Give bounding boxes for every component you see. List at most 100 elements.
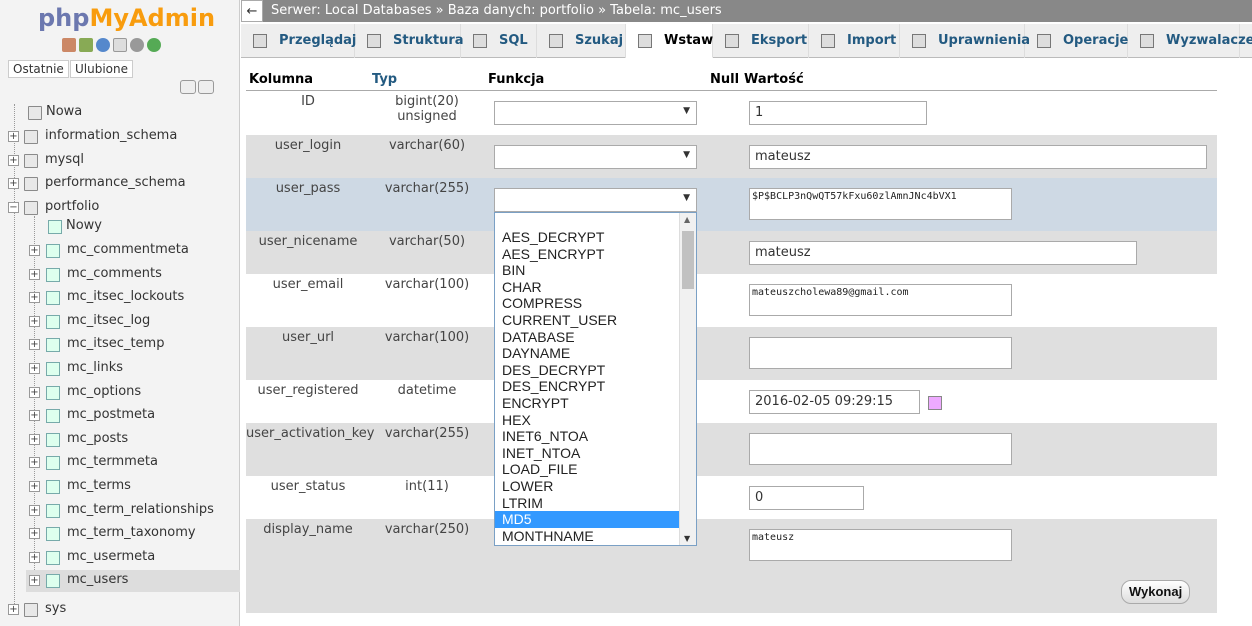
table-item[interactable]: + mc_term_taxonomy bbox=[26, 523, 240, 545]
value-input[interactable]: 0 bbox=[749, 486, 864, 510]
expand-icon[interactable]: + bbox=[29, 245, 40, 256]
function-option[interactable]: DES_ENCRYPT bbox=[495, 378, 679, 395]
back-icon[interactable]: ← bbox=[241, 0, 263, 22]
value-textarea[interactable]: mateusz bbox=[749, 529, 1012, 561]
function-option[interactable]: INET6_NTOA bbox=[495, 428, 679, 445]
expand-icon[interactable]: + bbox=[29, 410, 40, 422]
help-icon[interactable] bbox=[96, 38, 110, 52]
tab-wstaw[interactable]: Wstaw bbox=[626, 24, 713, 58]
function-select[interactable]: ▼ bbox=[494, 145, 697, 169]
expand-icon[interactable]: + bbox=[8, 155, 19, 166]
expand-icon[interactable]: + bbox=[29, 433, 40, 445]
reload-icon[interactable] bbox=[147, 38, 161, 52]
recent-tab[interactable]: Ostatnie bbox=[8, 60, 69, 78]
function-option[interactable]: DATABASE bbox=[495, 329, 679, 346]
table-item[interactable]: + mc_postmeta bbox=[26, 405, 240, 427]
expand-icon[interactable]: + bbox=[29, 504, 40, 516]
value-textarea[interactable]: mateuszcholewa89@gmail.com bbox=[749, 284, 1012, 316]
tab-uprawnienia[interactable]: Uprawnienia bbox=[900, 24, 1030, 58]
tab-przeglądaj[interactable]: Przeglądaj bbox=[241, 24, 356, 58]
scroll-down-icon[interactable]: ▼ bbox=[684, 534, 690, 543]
phpmyadmin-logo[interactable]: phpMyAdmin bbox=[38, 4, 215, 32]
value-textarea[interactable] bbox=[749, 433, 1012, 465]
breadcrumb-server[interactable]: Serwer: Local Databases » bbox=[271, 3, 444, 18]
settings-icon[interactable] bbox=[130, 38, 144, 52]
table-item[interactable]: + mc_termmeta bbox=[26, 452, 240, 474]
breadcrumb-database[interactable]: Baza danych: portfolio » bbox=[448, 3, 606, 18]
value-input[interactable]: 2016-02-05 09:29:15 bbox=[749, 390, 920, 414]
expand-icon[interactable]: + bbox=[29, 386, 40, 398]
function-option[interactable]: LOAD_FILE bbox=[495, 461, 679, 478]
function-select[interactable]: ▼ bbox=[494, 188, 697, 212]
table-item[interactable]: + mc_options bbox=[26, 382, 240, 404]
expand-icon[interactable]: + bbox=[29, 292, 40, 304]
logout-icon[interactable] bbox=[79, 38, 93, 52]
function-option[interactable]: DES_DECRYPT bbox=[495, 362, 679, 379]
expand-icon[interactable]: + bbox=[29, 551, 40, 563]
function-option[interactable]: MONTHNAME bbox=[495, 528, 679, 545]
calendar-icon[interactable] bbox=[928, 396, 942, 410]
function-option[interactable]: INET_NTOA bbox=[495, 445, 679, 462]
expand-icon[interactable]: + bbox=[8, 131, 19, 142]
expand-icon[interactable]: + bbox=[29, 457, 40, 469]
function-option[interactable]: CURRENT_USER bbox=[495, 312, 679, 329]
collapse-icon[interactable]: − bbox=[8, 202, 19, 213]
table-item[interactable]: + mc_terms bbox=[26, 476, 240, 498]
value-input[interactable]: 1 bbox=[749, 101, 927, 125]
scroll-thumb[interactable] bbox=[682, 231, 694, 289]
value-input[interactable]: mateusz bbox=[749, 145, 1207, 169]
table-item[interactable]: + mc_term_relationships bbox=[26, 500, 240, 522]
table-item[interactable]: + mc_users bbox=[26, 570, 240, 593]
function-option[interactable]: AES_DECRYPT bbox=[495, 229, 679, 246]
dropdown-scrollbar[interactable]: ▲ ▼ bbox=[679, 213, 696, 545]
link-icon[interactable] bbox=[198, 80, 214, 94]
function-option[interactable]: AES_ENCRYPT bbox=[495, 246, 679, 263]
function-select[interactable]: ▼ bbox=[494, 101, 697, 125]
function-option[interactable]: MD5 bbox=[495, 511, 679, 528]
table-item[interactable]: + mc_usermeta bbox=[26, 547, 240, 569]
expand-icon[interactable]: + bbox=[29, 528, 40, 540]
expand-icon[interactable]: + bbox=[29, 481, 40, 492]
expand-icon[interactable]: + bbox=[8, 604, 19, 615]
expand-icon[interactable]: + bbox=[29, 339, 40, 351]
function-option[interactable]: HEX bbox=[495, 412, 679, 429]
tab-eksport[interactable]: Eksport bbox=[713, 24, 809, 58]
table-item[interactable]: + mc_itsec_lockouts bbox=[26, 287, 240, 309]
table-item[interactable]: + mc_itsec_temp bbox=[26, 334, 240, 356]
tab-sql[interactable]: SQL bbox=[461, 24, 537, 58]
table-item[interactable]: + mc_posts bbox=[26, 429, 240, 451]
collapse-all-icon[interactable] bbox=[180, 80, 196, 94]
function-option[interactable]: ENCRYPT bbox=[495, 395, 679, 412]
function-option[interactable]: CHAR bbox=[495, 279, 679, 296]
function-option[interactable]: DAYNAME bbox=[495, 345, 679, 362]
function-dropdown-list[interactable]: AES_DECRYPT AES_ENCRYPT BIN CHAR COMPRESS CUR… bbox=[494, 212, 697, 546]
expand-icon[interactable]: + bbox=[29, 575, 40, 587]
table-item[interactable]: + mc_itsec_log bbox=[26, 311, 240, 333]
expand-icon[interactable]: + bbox=[29, 363, 40, 374]
tab-import[interactable]: Import bbox=[809, 24, 900, 58]
value-input[interactable]: mateusz bbox=[749, 241, 1137, 265]
expand-icon[interactable]: + bbox=[29, 315, 40, 327]
field-row: user_registered datetime bbox=[246, 380, 1217, 423]
favorites-tab[interactable]: Ulubione bbox=[70, 60, 134, 78]
table-item[interactable]: + mc_comments bbox=[26, 264, 240, 286]
tab-operacje[interactable]: Operacje bbox=[1025, 24, 1128, 58]
value-textarea[interactable]: $P$BCLP3nQwQT57kFxu60zlAmnJNc4bVX1 bbox=[749, 188, 1012, 220]
tab-wyzwalacze[interactable]: Wyzwalacze bbox=[1128, 24, 1252, 58]
expand-icon[interactable]: + bbox=[29, 268, 40, 280]
home-icon[interactable] bbox=[62, 38, 76, 52]
function-option[interactable]: COMPRESS bbox=[495, 295, 679, 312]
docs-icon[interactable] bbox=[113, 38, 127, 52]
breadcrumb-table[interactable]: Tabela: mc_users bbox=[610, 3, 722, 18]
go-button[interactable]: Wykonaj bbox=[1121, 580, 1191, 604]
function-option[interactable]: BIN bbox=[495, 262, 679, 279]
function-option[interactable]: LTRIM bbox=[495, 495, 679, 512]
function-option[interactable]: LOWER bbox=[495, 478, 679, 495]
table-item[interactable]: + mc_commentmeta bbox=[26, 240, 240, 262]
scroll-up-icon[interactable]: ▲ bbox=[684, 215, 690, 224]
tab-szukaj[interactable]: Szukaj bbox=[537, 24, 626, 58]
table-item[interactable]: + mc_links bbox=[26, 358, 240, 380]
expand-icon[interactable]: + bbox=[8, 178, 19, 189]
tab-struktura[interactable]: Struktura bbox=[355, 24, 464, 58]
value-textarea[interactable] bbox=[749, 337, 1012, 369]
